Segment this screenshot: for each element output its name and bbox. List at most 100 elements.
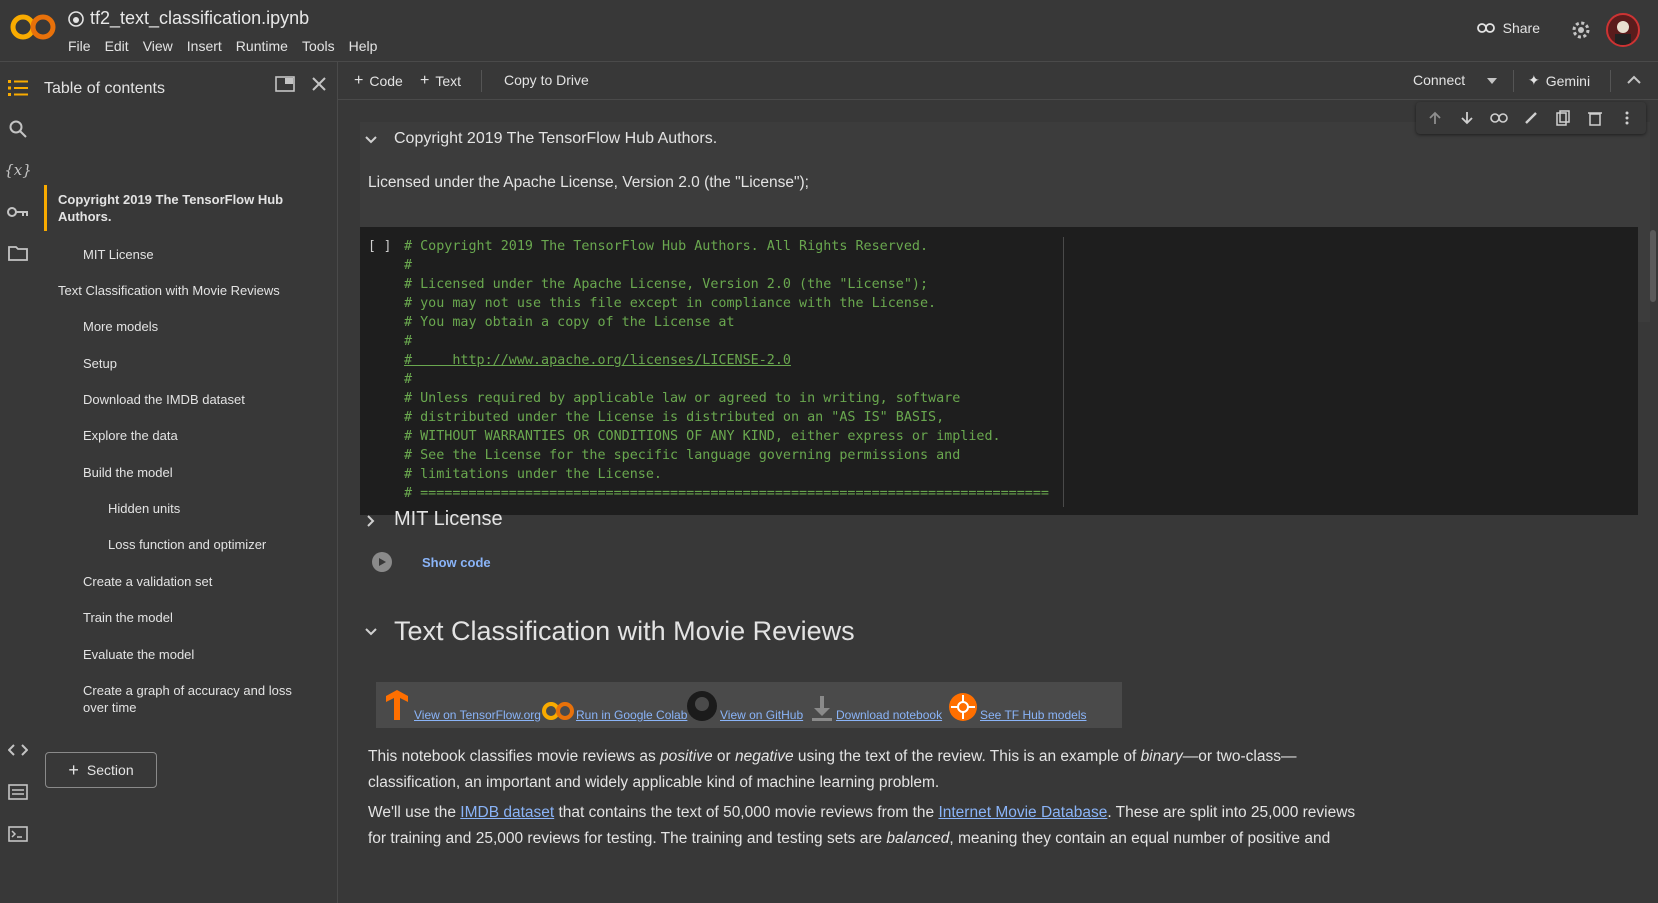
collapse-chevron-up-icon[interactable] bbox=[1627, 75, 1641, 85]
menu-runtime[interactable]: Runtime bbox=[236, 38, 288, 54]
user-avatar[interactable] bbox=[1606, 13, 1640, 47]
toc-item-validation-set[interactable]: Create a validation set bbox=[83, 573, 212, 590]
text-span: We'll use the bbox=[368, 804, 461, 821]
add-text-label: Text bbox=[435, 73, 462, 89]
gemini-button[interactable]: ✦ Gemini bbox=[1528, 72, 1590, 89]
settings-gear-icon[interactable] bbox=[1570, 19, 1592, 41]
tensorflow-icon bbox=[386, 690, 408, 720]
toc-item-mit-license[interactable]: MIT License bbox=[83, 246, 154, 263]
share-button[interactable]: Share bbox=[1476, 20, 1540, 36]
menu-tools[interactable]: Tools bbox=[302, 38, 335, 54]
share-label: Share bbox=[1502, 20, 1540, 36]
menu-help[interactable]: Help bbox=[349, 38, 378, 54]
chevron-down-icon[interactable] bbox=[1486, 77, 1498, 85]
imdb-website-link[interactable]: Internet Movie Database bbox=[938, 804, 1107, 821]
chevron-right-icon[interactable] bbox=[363, 513, 379, 529]
toc-item-train-model[interactable]: Train the model bbox=[83, 609, 173, 626]
code-line: # WITHOUT WARRANTIES OR CONDITIONS OF AN… bbox=[404, 429, 1001, 444]
toc-item-download-imdb[interactable]: Download the IMDB dataset bbox=[83, 391, 245, 408]
code-line: # ======================================… bbox=[404, 486, 1049, 501]
code-line: # distributed under the License is distr… bbox=[404, 410, 945, 425]
code-line: # bbox=[404, 258, 413, 273]
add-text-button[interactable]: + Text bbox=[420, 72, 461, 90]
text-classification-heading: Text Classification with Movie Reviews bbox=[394, 616, 855, 646]
badge-download[interactable]: Download notebook bbox=[810, 682, 942, 728]
menu-edit[interactable]: Edit bbox=[105, 38, 129, 54]
text-italic: negative bbox=[735, 748, 794, 765]
badge-download-link[interactable]: Download notebook bbox=[836, 708, 942, 722]
colab-icon bbox=[542, 702, 574, 720]
license-text: Licensed under the Apache License, Versi… bbox=[368, 174, 809, 191]
chevron-down-icon[interactable] bbox=[363, 132, 379, 148]
text-span: that contains the text of 50,000 movie r… bbox=[554, 804, 939, 821]
toc-item-hidden-units[interactable]: Hidden units bbox=[108, 500, 180, 517]
toc-item-setup[interactable]: Setup bbox=[83, 355, 117, 372]
toolbar-divider bbox=[1513, 70, 1514, 92]
edit-pencil-icon[interactable] bbox=[1520, 107, 1542, 129]
folder-icon[interactable] bbox=[6, 241, 30, 265]
badge-github-link[interactable]: View on GitHub bbox=[720, 708, 803, 722]
badge-colab-link[interactable]: Run in Google Colab bbox=[576, 708, 687, 722]
toc-item-explore-data[interactable]: Explore the data bbox=[83, 427, 178, 444]
gemini-label: Gemini bbox=[1545, 72, 1591, 89]
badge-github[interactable]: View on GitHub bbox=[686, 682, 803, 728]
menu-file[interactable]: File bbox=[68, 38, 91, 54]
toc-item-text-classification[interactable]: Text Classification with Movie Reviews bbox=[58, 282, 280, 299]
toc-list-icon[interactable] bbox=[6, 76, 30, 100]
plus-icon: + bbox=[68, 759, 79, 780]
code-line: # limitations under the License. bbox=[404, 467, 662, 482]
link-icon[interactable] bbox=[1488, 107, 1510, 129]
variables-icon[interactable]: {𝑥} bbox=[4, 158, 32, 182]
toc-item-copyright[interactable]: Copyright 2019 The TensorFlow Hub Author… bbox=[58, 191, 308, 225]
badge-tfhub-link[interactable]: See TF Hub models bbox=[980, 708, 1087, 722]
badge-tensorflow[interactable]: View on TensorFlow.org bbox=[382, 682, 541, 728]
add-code-button[interactable]: + Code bbox=[354, 72, 403, 90]
move-down-icon[interactable] bbox=[1456, 107, 1478, 129]
code-snippets-icon[interactable] bbox=[6, 738, 30, 762]
cell-toolbar bbox=[1416, 102, 1646, 134]
add-section-button[interactable]: + Section bbox=[45, 752, 157, 788]
toc-item-accuracy-graph[interactable]: Create a graph of accuracy and loss over… bbox=[83, 682, 313, 716]
key-icon[interactable] bbox=[6, 200, 30, 224]
toc-item-evaluate-model[interactable]: Evaluate the model bbox=[83, 646, 194, 663]
scrollbar[interactable] bbox=[1648, 100, 1658, 903]
close-icon[interactable] bbox=[311, 76, 327, 92]
mirror-cell-icon[interactable] bbox=[1552, 107, 1574, 129]
open-in-tab-icon[interactable] bbox=[275, 76, 295, 92]
tfhub-icon bbox=[949, 693, 977, 721]
top-bar: tf2_text_classification.ipynb File Edit … bbox=[0, 0, 1658, 62]
move-up-icon[interactable] bbox=[1424, 107, 1446, 129]
menu-view[interactable]: View bbox=[143, 38, 173, 54]
command-palette-icon[interactable] bbox=[6, 780, 30, 804]
copyright-heading: Copyright 2019 The TensorFlow Hub Author… bbox=[394, 130, 718, 147]
code-line: # Unless required by applicable law or a… bbox=[404, 391, 961, 406]
license-code-cell[interactable]: [ ] # Copyright 2019 The TensorFlow Hub … bbox=[360, 227, 1638, 515]
code-editor[interactable]: # Copyright 2019 The TensorFlow Hub Auth… bbox=[404, 237, 1049, 503]
github-icon bbox=[687, 691, 717, 721]
colab-logo[interactable] bbox=[10, 12, 56, 42]
delete-trash-icon[interactable] bbox=[1584, 107, 1606, 129]
terminal-icon[interactable] bbox=[6, 822, 30, 846]
badge-colab[interactable]: Run in Google Colab bbox=[542, 682, 687, 728]
menu-insert[interactable]: Insert bbox=[187, 38, 222, 54]
code-line: # Licensed under the Apache License, Ver… bbox=[404, 277, 929, 292]
plus-icon: + bbox=[354, 72, 364, 89]
run-cell-button[interactable] bbox=[372, 552, 392, 572]
imdb-dataset-link[interactable]: IMDB dataset bbox=[460, 804, 554, 821]
copy-to-drive-button[interactable]: Copy to Drive bbox=[504, 72, 589, 88]
text-span: using the text of the review. This is an… bbox=[793, 748, 1141, 765]
toc-item-build-model[interactable]: Build the model bbox=[83, 464, 173, 481]
text-span: , meaning they contain an equal number o… bbox=[949, 830, 1331, 847]
toc-item-more-models[interactable]: More models bbox=[83, 318, 158, 335]
search-icon[interactable] bbox=[6, 117, 30, 141]
code-line-url[interactable]: # http://www.apache.org/licenses/LICENSE… bbox=[404, 351, 1049, 370]
chevron-down-icon[interactable] bbox=[363, 624, 379, 640]
notebook-title[interactable]: tf2_text_classification.ipynb bbox=[90, 8, 309, 29]
badge-tensorflow-link[interactable]: View on TensorFlow.org bbox=[414, 708, 541, 722]
show-code-link[interactable]: Show code bbox=[422, 555, 491, 570]
scrollbar-thumb[interactable] bbox=[1650, 230, 1656, 302]
toc-item-loss-function[interactable]: Loss function and optimizer bbox=[108, 536, 266, 553]
more-vert-icon[interactable] bbox=[1616, 107, 1638, 129]
connect-button[interactable]: Connect bbox=[1413, 72, 1465, 88]
badge-tfhub[interactable]: See TF Hub models bbox=[948, 682, 1087, 728]
